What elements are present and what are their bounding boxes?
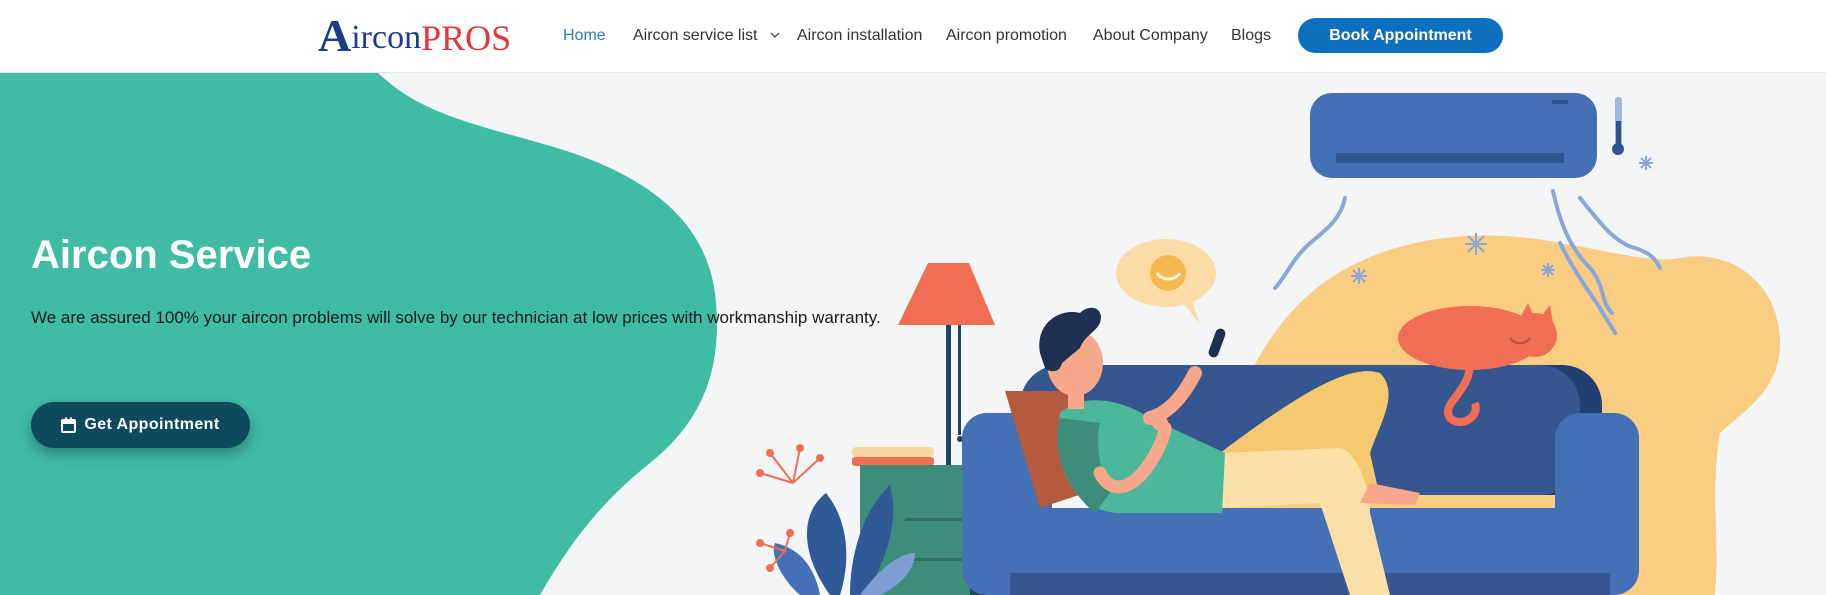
hero-background bbox=[0, 73, 1780, 595]
hero-section: Aircon Service We are assured 100% your … bbox=[0, 73, 1826, 595]
nav-aircon-service-list[interactable]: Aircon service list bbox=[633, 27, 780, 45]
chevron-down-icon bbox=[770, 32, 780, 39]
site-header: A ircon PROS Home Aircon service list Ai… bbox=[0, 0, 1826, 73]
calendar-icon bbox=[61, 417, 77, 433]
thought-bubble-illustration bbox=[1116, 239, 1216, 325]
get-appointment-label: Get Appointment bbox=[84, 416, 220, 433]
air-conditioner-illustration bbox=[1310, 93, 1624, 178]
nav-aircon-service-list-label: Aircon service list bbox=[633, 27, 758, 44]
logo-ircon: ircon bbox=[351, 19, 422, 56]
teal-blob-shape bbox=[0, 73, 717, 595]
nav-about-company[interactable]: About Company bbox=[1093, 27, 1208, 45]
get-appointment-button[interactable]: Get Appointment bbox=[31, 402, 250, 448]
nav-blogs[interactable]: Blogs bbox=[1231, 27, 1271, 45]
logo-letter-a: A bbox=[318, 10, 352, 61]
nav-aircon-installation[interactable]: Aircon installation bbox=[797, 27, 922, 45]
hero-description: We are assured 100% your aircon problems… bbox=[31, 308, 881, 327]
hero-title: Aircon Service bbox=[31, 233, 312, 277]
nav-aircon-promotion[interactable]: Aircon promotion bbox=[946, 27, 1067, 45]
nav-home[interactable]: Home bbox=[563, 27, 606, 45]
aircon-pros-logo[interactable]: A ircon PROS bbox=[318, 10, 512, 61]
logo-pros: PROS bbox=[421, 18, 512, 58]
book-appointment-button[interactable]: Book Appointment bbox=[1298, 18, 1503, 53]
